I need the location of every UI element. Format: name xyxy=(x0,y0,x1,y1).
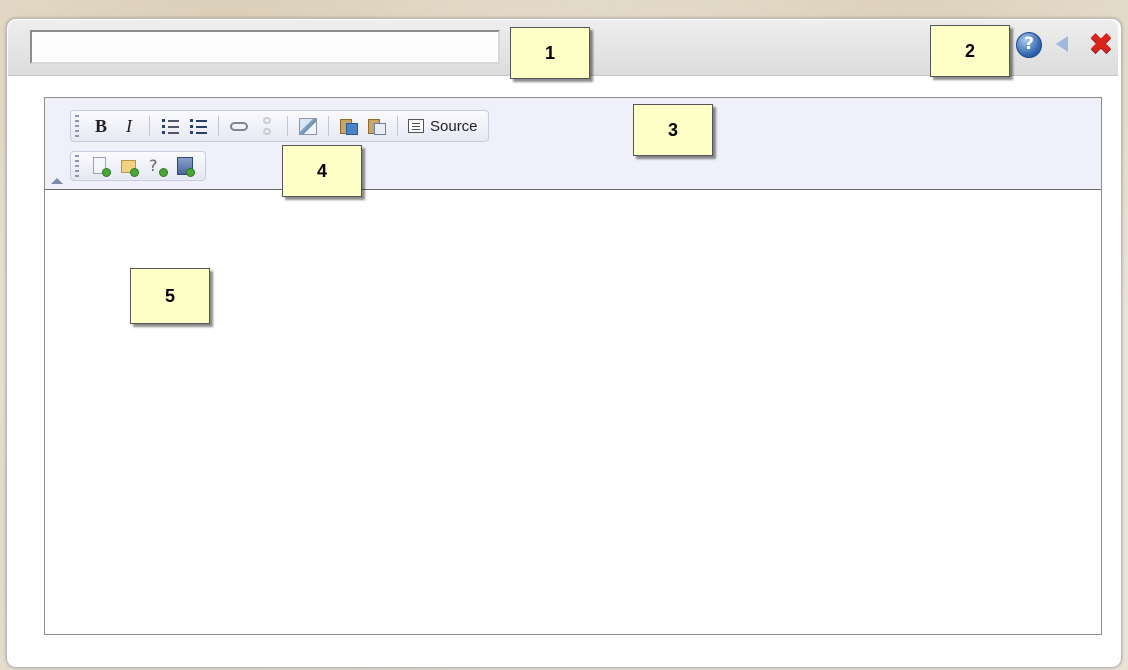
collapse-toolbar-icon[interactable] xyxy=(51,178,63,184)
insert-form-button[interactable] xyxy=(171,153,199,179)
paste-button[interactable] xyxy=(335,113,363,139)
paste-icon xyxy=(340,117,358,135)
source-icon xyxy=(408,119,424,133)
paste-from-word-icon xyxy=(368,117,386,135)
toolbar-grip[interactable] xyxy=(75,115,79,137)
numbered-list-icon xyxy=(161,118,179,134)
toolbar-row-1: B I Source xyxy=(70,110,489,142)
toolbar-grip[interactable] xyxy=(75,155,79,177)
title-input[interactable] xyxy=(30,30,500,64)
numbered-list-button[interactable] xyxy=(156,113,184,139)
toolbar-separator xyxy=(287,116,288,136)
image-icon xyxy=(299,117,317,135)
insert-question-button[interactable]: ? xyxy=(143,153,171,179)
insert-question-icon: ? xyxy=(148,156,168,177)
toolbar-separator xyxy=(328,116,329,136)
insert-page-button[interactable] xyxy=(87,153,115,179)
unlink-icon xyxy=(259,117,275,135)
bulleted-list-button[interactable] xyxy=(184,113,212,139)
italic-button[interactable]: I xyxy=(115,113,143,139)
help-icon[interactable]: ? xyxy=(1016,32,1042,58)
bold-button[interactable]: B xyxy=(87,113,115,139)
toolbar-separator xyxy=(149,116,150,136)
unlink-button[interactable] xyxy=(253,113,281,139)
callout-1: 1 xyxy=(510,27,590,79)
bulleted-list-icon xyxy=(189,118,207,134)
link-icon xyxy=(230,121,248,131)
source-button[interactable]: Source xyxy=(404,113,482,139)
insert-form-icon xyxy=(177,157,195,177)
link-button[interactable] xyxy=(225,113,253,139)
callout-5: 5 xyxy=(130,268,210,324)
callout-3: 3 xyxy=(633,104,713,156)
insert-page-icon xyxy=(93,157,111,177)
callout-4: 4 xyxy=(282,145,362,197)
toolbar-separator xyxy=(218,116,219,136)
callout-2: 2 xyxy=(930,25,1010,77)
insert-folder-button[interactable] xyxy=(115,153,143,179)
paste-from-word-button[interactable] xyxy=(363,113,391,139)
back-arrow-icon[interactable] xyxy=(1056,36,1068,52)
toolbar-separator xyxy=(397,116,398,136)
editor-content-area[interactable] xyxy=(45,190,1101,634)
insert-folder-icon xyxy=(121,157,139,177)
close-icon[interactable]: ✖ xyxy=(1086,30,1116,60)
source-label: Source xyxy=(430,117,478,135)
toolbar-row-2: ? xyxy=(70,151,206,181)
image-button[interactable] xyxy=(294,113,322,139)
